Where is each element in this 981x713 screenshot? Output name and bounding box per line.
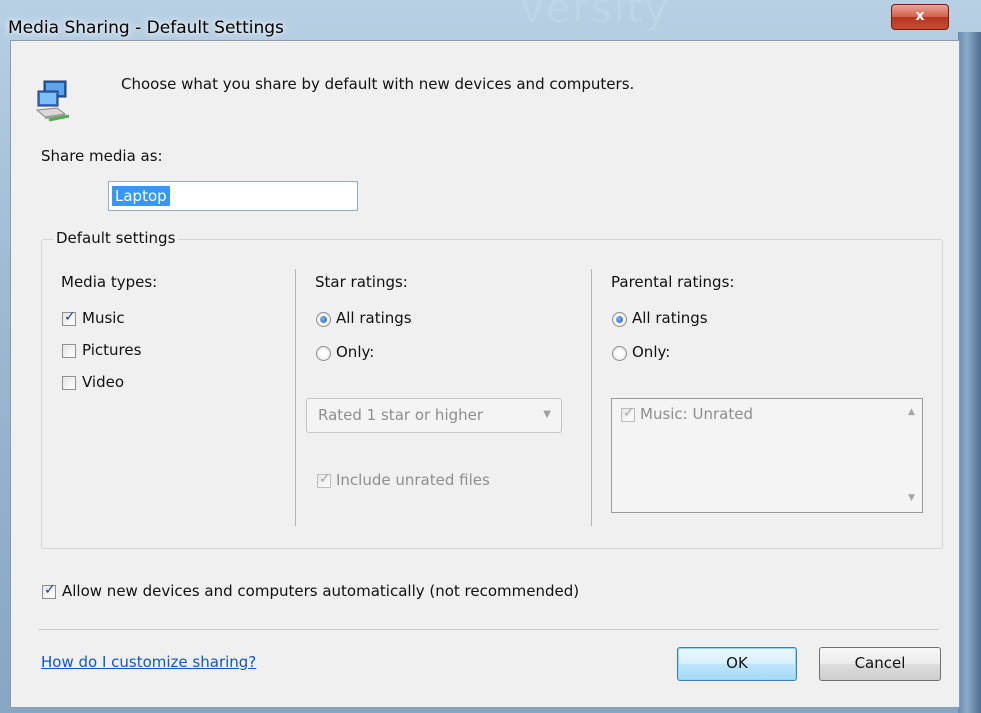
scroll-up-icon[interactable]: ▲ — [908, 407, 915, 417]
star-rating-dropdown-value: Rated 1 star or higher — [318, 406, 484, 424]
column-divider — [591, 269, 592, 526]
allow-new-devices-label[interactable]: Allow new devices and computers automati… — [62, 582, 579, 600]
parental-ratings-list[interactable]: Music: Unrated ▲ ▼ — [611, 398, 923, 513]
title-bar[interactable]: versity Media Sharing - Default Settings… — [0, 0, 981, 40]
customize-sharing-link[interactable]: How do I customize sharing? — [41, 653, 256, 671]
parental-all-ratings-label[interactable]: All ratings — [632, 309, 708, 327]
close-button[interactable]: x — [891, 4, 949, 30]
header-text: Choose what you share by default with ne… — [121, 75, 635, 93]
window-title: Media Sharing - Default Settings — [8, 18, 284, 38]
footer-divider — [39, 629, 939, 630]
pictures-checkbox[interactable] — [62, 344, 76, 358]
parental-ratings-label: Parental ratings: — [611, 273, 735, 291]
music-checkbox[interactable] — [62, 309, 76, 326]
music-unrated-label[interactable]: Music: Unrated — [640, 405, 753, 423]
include-unrated-label[interactable]: Include unrated files — [336, 471, 490, 489]
star-only-label[interactable]: Only: — [336, 343, 374, 361]
chevron-down-icon: ▼ — [543, 409, 551, 420]
parental-only-label[interactable]: Only: — [632, 343, 670, 361]
ok-button[interactable]: OK — [677, 647, 797, 681]
default-settings-label: Default settings — [53, 229, 179, 247]
music-label[interactable]: Music — [82, 309, 125, 327]
cancel-button[interactable]: Cancel — [819, 647, 941, 681]
scroll-down-icon[interactable]: ▼ — [908, 493, 915, 503]
background-text: versity — [520, 0, 671, 32]
star-all-ratings-radio[interactable] — [316, 312, 331, 327]
parental-only-radio[interactable] — [612, 346, 627, 361]
share-media-input[interactable]: Laptop — [108, 181, 358, 211]
network-computers-icon — [35, 80, 70, 122]
include-unrated-checkbox[interactable] — [317, 471, 331, 488]
column-divider — [295, 269, 296, 526]
video-checkbox[interactable] — [62, 376, 76, 390]
star-only-radio[interactable] — [316, 346, 331, 361]
allow-new-devices-checkbox[interactable] — [42, 582, 56, 599]
share-media-label: Share media as: — [41, 147, 163, 165]
window-frame: versity Media Sharing - Default Settings… — [0, 0, 981, 713]
star-all-ratings-label[interactable]: All ratings — [336, 309, 412, 327]
video-label[interactable]: Video — [82, 373, 124, 391]
share-media-value: Laptop — [112, 186, 170, 206]
parental-all-ratings-radio[interactable] — [612, 312, 627, 327]
star-rating-dropdown[interactable]: Rated 1 star or higher ▼ — [306, 398, 562, 433]
list-scrollbar[interactable]: ▲ ▼ — [903, 399, 922, 512]
star-ratings-label: Star ratings: — [315, 273, 408, 291]
pictures-label[interactable]: Pictures — [82, 341, 141, 359]
dialog-body: Choose what you share by default with ne… — [10, 40, 960, 708]
media-types-label: Media types: — [61, 273, 158, 291]
music-unrated-checkbox[interactable] — [621, 405, 635, 422]
background-window-edge — [958, 32, 981, 713]
